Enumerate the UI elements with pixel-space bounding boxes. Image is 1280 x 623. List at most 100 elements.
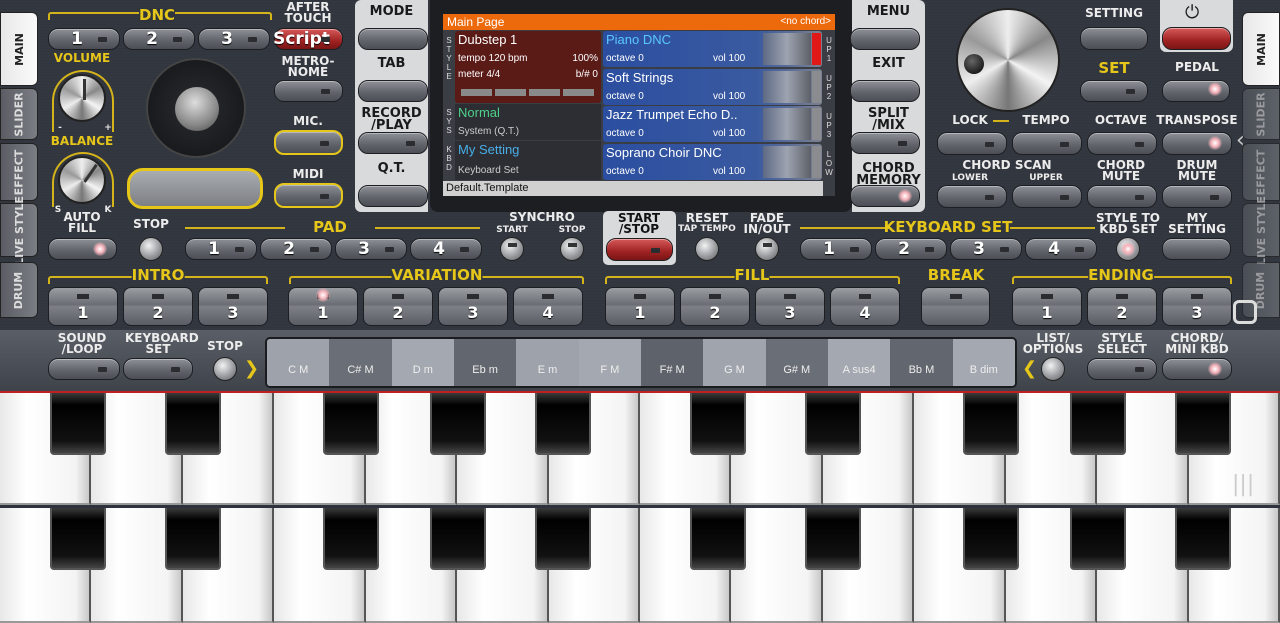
black-key[interactable]	[963, 508, 1019, 570]
black-key[interactable]	[50, 508, 106, 570]
tab-left-slider[interactable]: SLIDER	[0, 88, 38, 140]
black-key[interactable]	[535, 393, 591, 455]
collapse-arrow-icon[interactable]: ‹	[1236, 128, 1245, 153]
voice-panel-2[interactable]: Soft Strings octave 0 vol 100	[603, 68, 822, 105]
chord-cell[interactable]: C M	[267, 339, 330, 386]
mode-button[interactable]	[358, 28, 428, 50]
kbd-set-button-2[interactable]: 2	[875, 238, 947, 260]
chord-cell[interactable]: B dim	[952, 339, 1015, 386]
chord-cell[interactable]: F M	[578, 339, 641, 386]
voice-panel-4[interactable]: Soprano Choir DNC octave 0 vol 100	[603, 143, 822, 180]
dnc-button-3[interactable]: 3	[198, 28, 270, 50]
script-button[interactable]: Script	[273, 28, 343, 50]
pad-button-4[interactable]: 4	[410, 238, 482, 260]
black-key[interactable]	[430, 393, 486, 455]
bottom-keyboard-set-button[interactable]	[123, 358, 193, 380]
chord-cell[interactable]: C# M	[329, 339, 392, 386]
pad-button-3[interactable]: 3	[335, 238, 407, 260]
list-options-button[interactable]	[1041, 357, 1065, 381]
black-key[interactable]	[805, 393, 861, 455]
chord-cell[interactable]: Eb m	[453, 339, 517, 386]
black-key[interactable]	[165, 508, 221, 570]
split-mix-button[interactable]	[850, 132, 920, 154]
dnc-button-1[interactable]: 1	[48, 28, 120, 50]
tempo-button[interactable]	[1012, 132, 1082, 155]
black-key[interactable]	[323, 508, 379, 570]
black-key[interactable]	[690, 393, 746, 455]
fill-button-1[interactable]: 1	[605, 287, 675, 326]
black-key[interactable]	[1070, 508, 1126, 570]
sys-panel[interactable]: Normal System (Q.T.)	[455, 104, 601, 140]
black-key[interactable]	[165, 393, 221, 455]
variation-button-3[interactable]: 3	[438, 287, 508, 326]
pad-button-1[interactable]: 1	[185, 238, 257, 260]
fill-button-2[interactable]: 2	[680, 287, 750, 326]
synchro-start-button[interactable]	[500, 237, 524, 261]
touch-pad[interactable]	[127, 168, 263, 209]
joystick[interactable]	[146, 58, 246, 158]
tab-button[interactable]	[358, 80, 428, 102]
kbd-set-button-3[interactable]: 3	[950, 238, 1022, 260]
overlay-square-icon[interactable]	[1233, 300, 1257, 324]
auto-fill-stop-button[interactable]	[139, 237, 163, 261]
style-select-button[interactable]	[1087, 358, 1157, 380]
tab-left-effect[interactable]: EFFECT	[0, 143, 38, 201]
midi-button[interactable]	[274, 183, 343, 208]
black-key[interactable]	[1175, 393, 1231, 455]
drag-handle-icon[interactable]: |||	[1232, 472, 1254, 497]
tab-left-drum[interactable]: DRUM	[0, 262, 38, 318]
fill-button-4[interactable]: 4	[830, 287, 900, 326]
sound-loop-button[interactable]	[48, 358, 120, 380]
power-button[interactable]	[1162, 27, 1231, 50]
black-key[interactable]	[1070, 393, 1126, 455]
kbd-panel[interactable]: My Setting Keyboard Set	[455, 141, 601, 180]
chord-cell[interactable]: G# M	[765, 339, 828, 386]
tab-right-main[interactable]: MAIN	[1242, 12, 1280, 86]
chord-cell[interactable]: E m	[516, 339, 579, 386]
voice-panel-3[interactable]: Jazz Trumpet Echo D.. octave 0 vol 100	[603, 106, 822, 142]
exit-button[interactable]	[850, 80, 920, 102]
pad-button-2[interactable]: 2	[260, 238, 332, 260]
qt-button[interactable]	[358, 185, 428, 207]
tab-right-live-style[interactable]: LIVE STYLE	[1242, 196, 1280, 264]
break-button[interactable]	[921, 287, 990, 326]
synchro-stop-button[interactable]	[560, 237, 584, 261]
black-key[interactable]	[50, 393, 106, 455]
balance-knob[interactable]	[58, 156, 106, 204]
variation-button-2[interactable]: 2	[363, 287, 433, 326]
lock-button[interactable]	[937, 132, 1007, 155]
power-icon[interactable]: ⏻	[1185, 2, 1199, 23]
chevron-left-icon[interactable]: ❮	[1022, 358, 1037, 379]
mic-button[interactable]	[274, 130, 343, 155]
tab-right-slider[interactable]: SLIDER	[1242, 88, 1280, 140]
chord-mute-button[interactable]	[1087, 185, 1157, 208]
ending-button-2[interactable]: 2	[1087, 287, 1157, 326]
voice-panel-1[interactable]: Piano DNC octave 0 vol 100	[603, 31, 822, 67]
kbd-set-button-1[interactable]: 1	[800, 238, 872, 260]
chord-cell[interactable]: D m	[391, 339, 454, 386]
volume-knob[interactable]	[58, 74, 106, 122]
joystick-ball[interactable]	[175, 87, 219, 131]
metronome-button[interactable]	[274, 80, 343, 102]
menu-button[interactable]	[850, 28, 920, 50]
fill-button-3[interactable]: 3	[755, 287, 825, 326]
tab-left-main[interactable]: MAIN	[0, 12, 38, 86]
start-stop-button[interactable]	[606, 238, 673, 261]
ending-button-3[interactable]: 3	[1162, 287, 1232, 326]
intro-button-3[interactable]: 3	[198, 287, 268, 326]
chord-cell[interactable]: F# M	[640, 339, 704, 386]
chord-cell[interactable]: G M	[703, 339, 766, 386]
record-play-button[interactable]	[358, 132, 428, 154]
kbd-set-button-4[interactable]: 4	[1025, 238, 1097, 260]
reset-tap-tempo-button[interactable]	[695, 237, 719, 261]
tab-right-effect[interactable]: EFFECT	[1242, 143, 1280, 201]
my-setting-button[interactable]	[1162, 238, 1231, 260]
dnc-button-2[interactable]: 2	[123, 28, 195, 50]
intro-button-1[interactable]: 1	[48, 287, 118, 326]
drum-mute-button[interactable]	[1162, 185, 1232, 208]
ending-button-1[interactable]: 1	[1012, 287, 1082, 326]
chord-cell[interactable]: Bb M	[890, 339, 953, 386]
variation-button-4[interactable]: 4	[513, 287, 583, 326]
black-key[interactable]	[430, 508, 486, 570]
setting-button[interactable]	[1080, 27, 1148, 50]
